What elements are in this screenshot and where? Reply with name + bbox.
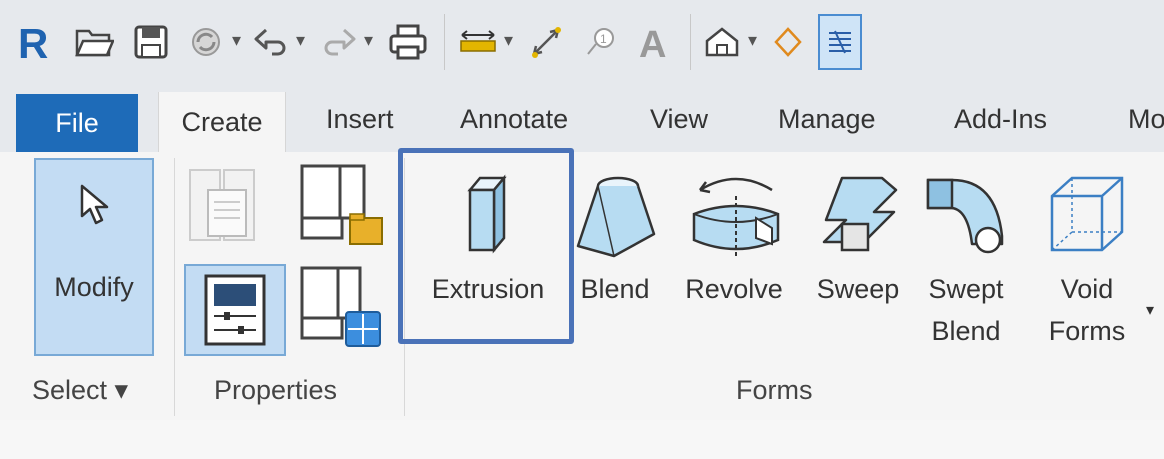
toolbar-separator (690, 14, 691, 70)
tab-file[interactable]: File (16, 94, 138, 152)
sweep-label: Sweep (816, 274, 900, 304)
open-icon[interactable] (70, 14, 118, 70)
save-icon[interactable] (128, 14, 174, 70)
blend-button[interactable]: Blend (568, 158, 662, 358)
redo-dropdown-icon[interactable]: ▾ (364, 30, 373, 51)
revolve-icon (692, 177, 780, 258)
tab-add-ins[interactable]: Add-Ins (954, 86, 1047, 152)
redo-icon[interactable] (318, 14, 360, 70)
3d-view-dropdown-icon[interactable]: ▾ (748, 30, 757, 51)
family-category-icon[interactable] (184, 160, 270, 250)
modify-label: Modify (54, 272, 134, 302)
print-icon[interactable] (384, 14, 432, 70)
swept-blend-icon (926, 178, 1004, 254)
svg-text:A: A (639, 24, 666, 61)
void-forms-button[interactable]: Void Forms (1032, 158, 1142, 358)
revolve-label: Revolve (685, 274, 783, 304)
quick-access-toolbar: R ▾ ▾ ▾ ▾ 1 A ▾ (0, 0, 1164, 86)
swept-blend-button[interactable]: Swept Blend (914, 158, 1018, 358)
sync-icon[interactable] (186, 14, 226, 70)
modify-button[interactable]: Modify (34, 158, 154, 356)
drawing-area-strip (0, 420, 1164, 459)
tag-icon[interactable]: 1 (580, 14, 624, 70)
default-3d-view-icon[interactable] (700, 14, 744, 70)
select-panel-label[interactable]: Select ▾ (32, 370, 128, 410)
toolbar-separator (444, 14, 445, 70)
section-icon[interactable] (768, 14, 808, 70)
undo-icon[interactable] (250, 14, 292, 70)
svg-text:1: 1 (600, 32, 607, 46)
undo-dropdown-icon[interactable]: ▾ (296, 30, 305, 51)
sweep-icon (822, 176, 898, 252)
tab-manage[interactable]: Manage (778, 86, 876, 152)
thin-lines-icon[interactable] (818, 14, 862, 70)
swept-blend-label: Swept Blend (928, 274, 1004, 346)
tab-view[interactable]: View (650, 86, 708, 152)
properties-panel-label: Properties (214, 375, 338, 405)
void-forms-dropdown-icon[interactable]: ▾ (1146, 300, 1154, 320)
family-types-icon[interactable] (296, 160, 386, 252)
svg-text:R: R (18, 20, 48, 64)
measure-dropdown-icon[interactable]: ▾ (504, 30, 513, 51)
ribbon-tab-bar: File Create Insert Annotate View Manage … (0, 86, 1164, 154)
forms-panel-label: Forms (736, 375, 813, 405)
measure-icon[interactable] (456, 14, 500, 70)
aligned-dimension-icon[interactable] (524, 14, 568, 70)
void-forms-icon (1050, 176, 1124, 252)
blend-icon (576, 176, 656, 258)
tab-create[interactable]: Create (158, 92, 286, 154)
revit-logo-icon[interactable]: R (12, 14, 56, 70)
properties-icon[interactable] (184, 264, 286, 356)
cursor-arrow-icon (80, 184, 109, 225)
shared-parameters-icon[interactable] (296, 264, 386, 354)
tab-more[interactable]: Mo (1128, 86, 1164, 152)
revolve-button[interactable]: Revolve (670, 158, 798, 358)
extrusion-highlight-frame (398, 148, 574, 344)
ribbon-panel-area: Modify Select ▾ Properties Extrusion Ble… (0, 152, 1164, 421)
sync-dropdown-icon[interactable]: ▾ (232, 30, 241, 51)
text-icon[interactable]: A (632, 14, 676, 70)
void-forms-label: Void Forms (1048, 274, 1126, 346)
tab-insert[interactable]: Insert (326, 86, 394, 152)
panel-separator (174, 158, 175, 416)
sweep-button[interactable]: Sweep (806, 158, 910, 358)
tab-annotate[interactable]: Annotate (460, 86, 568, 152)
blend-label: Blend (580, 274, 650, 304)
